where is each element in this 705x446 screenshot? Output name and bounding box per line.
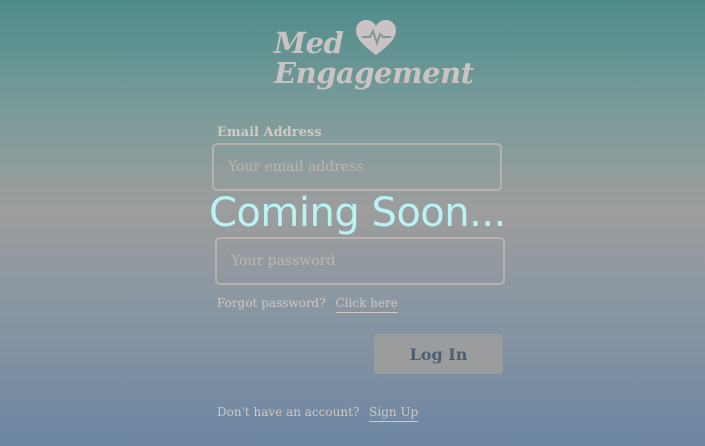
logo-text-engagement: Engagement	[274, 56, 474, 90]
signup-row: Don't have an account? Sign Up	[217, 405, 419, 422]
forgot-password-link[interactable]: Click here	[335, 296, 398, 313]
signup-text: Don't have an account?	[217, 405, 360, 419]
email-input[interactable]	[212, 143, 502, 191]
heart-pulse-icon	[356, 20, 396, 55]
email-label: Email Address	[217, 125, 322, 140]
forgot-password-row: Forgot password? Click here	[217, 296, 398, 313]
signup-link[interactable]: Sign Up	[369, 405, 419, 422]
app-logo: Med Engagement	[272, 18, 474, 98]
password-input[interactable]	[215, 237, 505, 285]
login-button[interactable]: Log In	[374, 334, 503, 374]
forgot-password-text: Forgot password?	[217, 296, 326, 310]
coming-soon-overlay: Coming Soon...	[209, 190, 506, 236]
logo-text-med: Med	[274, 26, 344, 60]
